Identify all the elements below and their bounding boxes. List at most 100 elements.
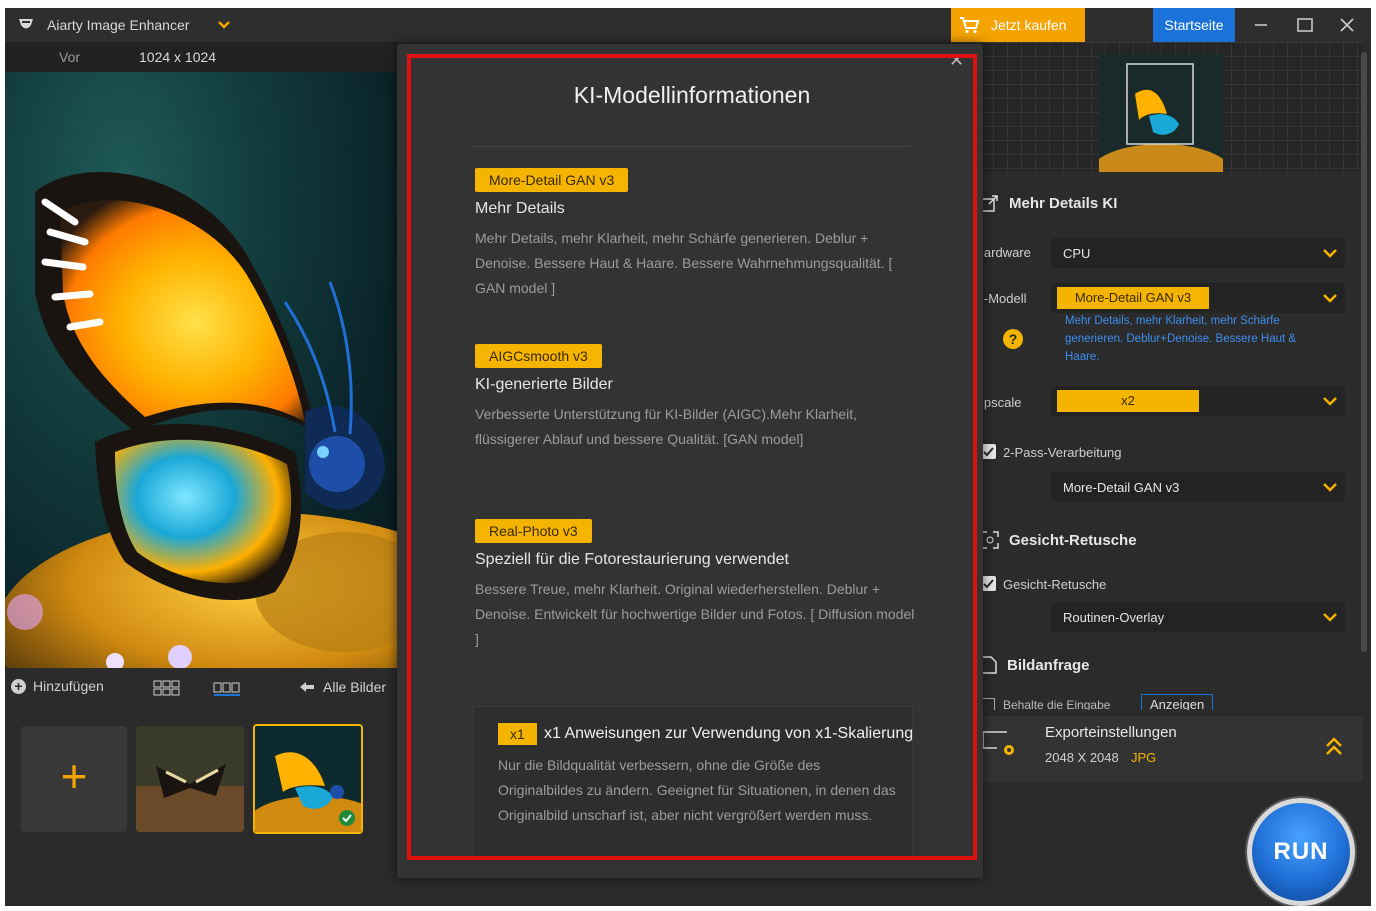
hardware-value: CPU [1063,246,1091,261]
double-chevron-up-icon[interactable] [1325,736,1343,756]
image-preview[interactable] [5,72,400,668]
chevron-down-icon [1323,397,1337,406]
maximize-button[interactable] [1285,8,1325,42]
add-image-label: Hinzufügen [33,678,104,694]
face-retouch-checkbox[interactable] [981,576,996,591]
minimize-button[interactable] [1241,8,1281,42]
chevron-down-icon [1323,613,1337,622]
ai-model-value: More-Detail GAN v3 [1057,287,1209,309]
strip-view-icon[interactable] [213,680,241,696]
upscale-label: lpscale [981,395,1022,410]
two-pass-checkbox[interactable] [981,444,996,459]
model-info-content: KI-Modellinformationen More-Detail GAN v… [407,54,977,860]
settings-scrollbar[interactable] [1361,52,1367,652]
dialog-title: KI-Modellinformationen [573,82,811,108]
section-image-request-title: Bildanfrage [1007,656,1090,674]
x1-info-box: x1 x1 Anweisungen zur Verwendung von x1-… [473,706,914,856]
before-tab[interactable]: Vor [59,49,80,65]
chevron-down-icon[interactable] [217,18,231,32]
model-desc-real-photo: Bessere Treue, mehr Klarheit. Original w… [475,581,915,647]
chevron-down-icon [1323,294,1337,303]
thumbnail-1[interactable] [136,726,244,832]
app-title: Aiarty Image Enhancer [47,17,190,33]
checkmark-icon [983,579,994,589]
thumbnail-image [136,726,244,832]
settings-panel: Mehr Details KI lardware CPU l-Modell Mo… [951,42,1371,906]
x1-desc: Nur die Bildqualität verbessern, ohne di… [498,757,896,823]
section-face-retouch-title: Gesicht-Retusche [1009,531,1137,549]
keep-input-row: Behalte die Eingabe Anzeigen [981,692,1361,710]
view-bar: Vor 1024 x 1024 [5,42,400,72]
export-settings-icon [982,731,1014,755]
preview-thumbnail [1099,54,1223,172]
face-retouch-select[interactable]: Routinen-Overlay [1051,602,1345,632]
keep-input-checkbox[interactable] [981,698,995,710]
resolution-label: 1024 x 1024 [139,49,217,65]
keep-input-label: Behalte die Eingabe [1003,698,1111,710]
section-image-request: Bildanfrage [981,656,1090,674]
add-circle-icon: + [11,678,26,694]
model-desc-aigcsmooth: Verbesserte Unterstützung für KI-Bilder … [475,406,858,447]
x1-title: x1 Anweisungen zur Verwendung von x1-Ska… [544,725,914,742]
model-tag-real-photo: Real-Photo v3 [475,519,592,543]
face-icon [981,531,999,549]
title-bar: Aiarty Image Enhancer Jetzt kaufen Start… [5,8,1371,42]
maximize-icon [1297,18,1313,32]
buy-now-button[interactable]: Jetzt kaufen [951,8,1085,42]
add-image-button[interactable]: + Hinzufügen [11,678,104,694]
minimize-icon [1255,24,1267,26]
cart-icon [960,17,980,34]
ai-model-description: Mehr Details, mehr Klarheit, mehr Schärf… [1065,315,1297,363]
face-retouch-value: Routinen-Overlay [1063,610,1165,625]
close-window-button[interactable] [1327,8,1367,42]
selected-check-icon [339,810,355,826]
upscale-select[interactable]: x2 [1051,386,1345,416]
model-desc-more-detail: Mehr Details, mehr Klarheit, mehr Schärf… [475,230,893,296]
arrow-left-icon [300,682,314,692]
enhance-icon [981,195,998,212]
thumbnail-2-selected[interactable] [253,724,363,834]
thumbnail-strip: + [5,708,400,906]
section-more-details-title: Mehr Details KI [1009,194,1118,212]
section-face-retouch: Gesicht-Retusche [981,531,1137,549]
ai-model-select[interactable]: More-Detail GAN v3 [1051,283,1345,313]
all-images-label: Alle Bilder [323,679,387,695]
model-tag-aigcsmooth: AIGCsmooth v3 [475,344,602,368]
buy-now-label: Jetzt kaufen [991,17,1067,33]
butterfly-image [5,172,400,668]
two-pass-label: 2-Pass-Verarbeitung [1003,445,1122,460]
two-pass-model-select[interactable]: More-Detail GAN v3 [1051,472,1345,502]
app-window: Aiarty Image Enhancer Jetzt kaufen Start… [5,8,1371,906]
large-grid-view-icon[interactable] [153,680,181,696]
model-tag-more-detail: More-Detail GAN v3 [475,168,629,192]
export-title: Exporteinstellungen [1045,724,1177,741]
add-image-tile[interactable]: + [21,726,127,832]
divider [471,146,911,147]
export-size: 2048 X 2048 [1045,750,1119,765]
help-icon[interactable]: ? [1003,329,1023,349]
home-button[interactable]: Startseite [1153,8,1235,42]
model-subtitle-aigcsmooth: KI-generierte Bilder [475,376,613,393]
model-subtitle-real-photo: Speziell für die Fotorestaurierung verwe… [475,551,789,568]
show-button[interactable]: Anzeigen [1141,694,1214,710]
section-more-details: Mehr Details KI [981,194,1117,212]
preview-navigator [951,42,1363,172]
document-icon [981,656,997,674]
face-retouch-label: Gesicht-Retusche [1003,577,1107,592]
hardware-select[interactable]: CPU [1051,238,1345,268]
checkmark-icon [983,447,994,457]
export-settings[interactable]: Exporteinstellungen 2048 X 2048 JPG [971,716,1363,782]
close-icon [1340,18,1354,32]
x1-tag: x1 [498,723,537,745]
chevron-down-icon [1323,249,1337,258]
upscale-value: x2 [1057,390,1199,412]
run-button[interactable]: RUN [1247,798,1355,906]
export-format: JPG [1131,750,1157,765]
image-list-toolbar: + Hinzufügen Alle Bilder [5,672,400,704]
app-logo-icon [19,19,33,29]
model-subtitle-more-detail: Mehr Details [475,200,565,217]
hardware-label: lardware [981,245,1031,260]
ai-model-label: l-Modell [981,291,1027,306]
all-images-button[interactable]: Alle Bilder [299,679,386,695]
chevron-down-icon [1323,483,1337,492]
